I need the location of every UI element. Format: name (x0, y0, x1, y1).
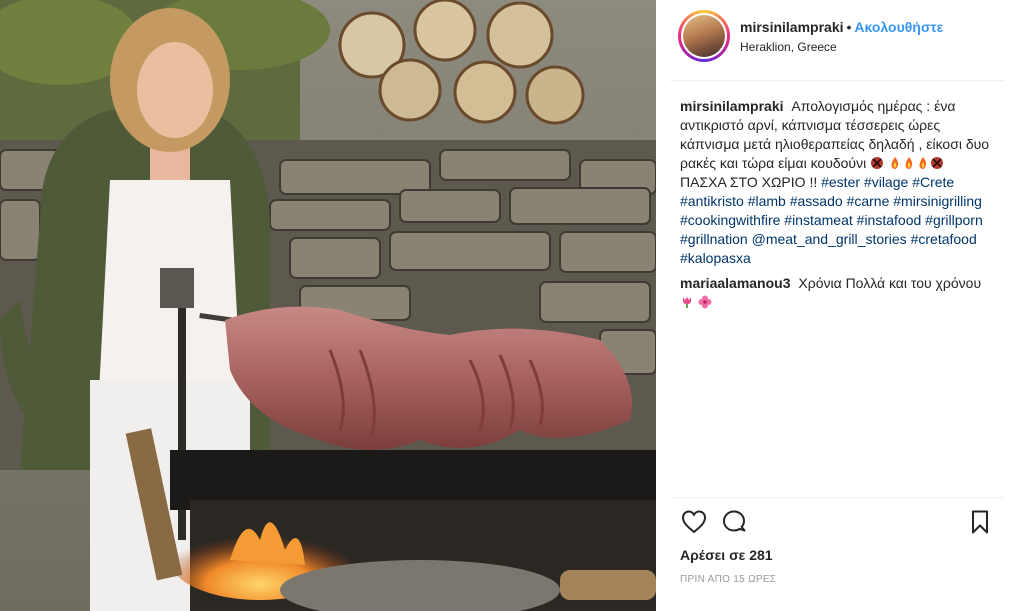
avatar[interactable] (678, 10, 730, 62)
comment-username[interactable]: mariaalamanou3 (680, 275, 791, 291)
post-photo[interactable] (0, 0, 656, 611)
bookmark-icon[interactable] (966, 508, 994, 536)
divider (670, 80, 1004, 81)
comment-text: Χρόνια Πολλά και του χρόνου (798, 275, 982, 291)
action-bar (680, 508, 992, 538)
avatar-frame (681, 13, 727, 59)
follow-button[interactable]: Ακολουθήστε (854, 19, 943, 35)
hashtag-link[interactable]: #grillporn (925, 212, 983, 228)
hashtag-link[interactable]: #Crete (912, 174, 954, 190)
hashtag-link[interactable]: #cookingwithfire (680, 212, 780, 228)
separator-dot: • (846, 19, 852, 35)
hashtag-link[interactable]: #cretafood (911, 231, 977, 247)
skull-bell-emoji-icon (871, 157, 884, 169)
likes-count[interactable]: Αρέσει σε 281 (680, 547, 773, 563)
skull-bell-emoji-icon (930, 157, 943, 169)
hashtag-link[interactable]: #assado (790, 193, 843, 209)
location-link[interactable]: Heraklion, Greece (740, 40, 837, 54)
avatar-image (683, 15, 725, 57)
hashtag-link[interactable]: #instafood (857, 212, 922, 228)
heart-icon[interactable] (680, 508, 708, 536)
tulip-emoji-icon (683, 297, 691, 308)
caption: mirsinilampraki Απολογισμός ημέρας : ένα… (680, 97, 992, 268)
comment-item: mariaalamanou3 Χρόνια Πολλά και του χρόν… (680, 274, 992, 312)
post-header: mirsinilampraki • Ακολουθήστε Heraklion, G… (656, 0, 1019, 80)
fire-emoji-icon (919, 157, 927, 169)
hashtag-link[interactable]: #antikristo (680, 193, 744, 209)
post-timestamp[interactable]: ΠΡΙΝ ΑΠΟ 15 ΩΡΕΣ (680, 574, 776, 585)
hashtag-link[interactable]: #instameat (784, 212, 852, 228)
header-username[interactable]: mirsinilampraki (740, 19, 844, 35)
comments-list: mirsinilampraki Απολογισμός ημέρας : ένα… (680, 97, 992, 315)
fire-emoji-icon (891, 157, 899, 169)
hashtag-link[interactable]: #carne (847, 193, 890, 209)
post-details-panel: mirsinilampraki • Ακολουθήστε Heraklion, G… (656, 0, 1019, 611)
hashtag-link[interactable]: #lamb (748, 193, 786, 209)
instagram-post: mirsinilampraki • Ακολουθήστε Heraklion, G… (0, 0, 1019, 611)
fire-emoji-icon (905, 157, 913, 169)
hashtag-link[interactable]: #ester (821, 174, 860, 190)
hashtag-link[interactable]: #grillnation (680, 231, 748, 247)
divider (670, 497, 1004, 498)
hashtag-link[interactable]: #kalopasxa (680, 250, 751, 266)
caption-username[interactable]: mirsinilampraki (680, 98, 784, 114)
user-line: mirsinilampraki • Ακολουθήστε (740, 19, 943, 35)
mention-link[interactable]: @meat_and_grill_stories (752, 231, 907, 247)
hashtag-link[interactable]: #vilage (864, 174, 908, 190)
photo-illustration (0, 0, 656, 611)
comment-icon[interactable] (720, 508, 748, 536)
caption-text-2: ΠΑΣΧΑ ΣΤΟ ΧΩΡΙΟ !! (680, 174, 818, 190)
hashtag-link[interactable]: #mirsinigrilling (893, 193, 982, 209)
hibiscus-emoji-icon (698, 295, 712, 309)
